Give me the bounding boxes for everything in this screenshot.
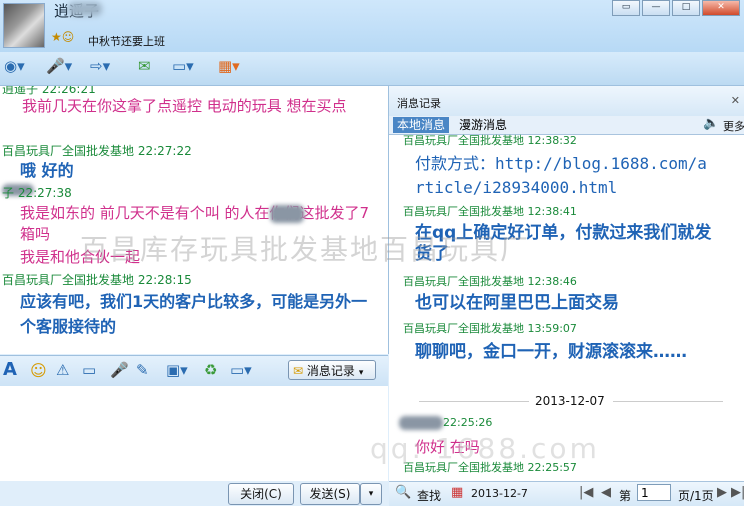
history-entry-header: 百昌玩具厂全国批发基地 12:38:46: [403, 275, 577, 288]
image-icon[interactable]: ▣▾: [166, 361, 188, 379]
chevron-down-icon: ▾: [358, 368, 364, 378]
message-header: 百昌玩具厂全国批发基地 22:28:15: [2, 273, 192, 287]
page-label: 第: [619, 489, 632, 503]
history-footer: 🔍 查找 ▦ 2013-12-7 |◀ ◀ 第 1 页/1页 ▶ ▶|: [389, 481, 744, 506]
history-icon: ✉: [293, 364, 307, 378]
page-total: 页/1页: [678, 489, 714, 503]
screenshot-icon[interactable]: ▭▾: [230, 361, 252, 379]
message-text: 哦 好的: [20, 161, 74, 180]
date-picker[interactable]: 2013-12-7: [471, 487, 528, 500]
prev-page-icon[interactable]: ◀: [601, 485, 611, 500]
history-entry-text: 你好 在吗: [415, 438, 480, 456]
close-icon[interactable]: ✕: [731, 94, 740, 107]
signature-text: 中秋节还要上班: [88, 35, 165, 48]
screen-icon[interactable]: ▭▾: [172, 57, 194, 79]
name-redaction: [68, 2, 102, 16]
input-toolbar: A ☺ ⚠ ▭ 🎤 ✎ ▣▾ ♻ ▭▾ ✉ 消息记录 ▾: [0, 355, 388, 387]
transfer-file-icon[interactable]: ⇨▾: [90, 57, 110, 79]
page-input[interactable]: 1: [637, 484, 671, 501]
history-panel: 消息记录 ✕ 本地消息 漫游消息 🔈 更多 百昌玩具厂全国批发基地 12:38:…: [389, 86, 744, 506]
divider: [613, 401, 723, 402]
message-header: 百昌玩具厂全国批发基地 22:27:22: [2, 144, 192, 158]
voice-icon[interactable]: 🎤: [110, 361, 129, 379]
title-bar: 逍遥子 ★☺ 中秋节还要上班 ▭ — □ ✕: [0, 0, 744, 52]
message-text: 我是如东的 前几天不是有个叫 的人在你们这批发了7箱吗: [20, 204, 370, 243]
apps-icon[interactable]: ▦▾: [218, 57, 240, 79]
history-entry-header: 22:25:26: [443, 416, 493, 429]
divider: [419, 401, 529, 402]
history-entry-text: 聊聊吧，金口一开，财源滚滚来……: [415, 342, 687, 362]
video-clip-icon[interactable]: ▭: [82, 361, 96, 379]
main-toolbar: ◉▾ 🎤▾ ⇨▾ ✉ ▭▾ ▦▾: [0, 52, 744, 86]
restore-button[interactable]: ▭: [612, 0, 640, 16]
gift-icon[interactable]: ♻: [204, 361, 217, 379]
message-header: 子 22:27:38: [2, 186, 72, 200]
name-redaction: [399, 416, 443, 430]
message-text: 我是和他合伙一起: [20, 248, 141, 266]
maximize-button[interactable]: □: [672, 0, 700, 16]
window-controls: ▭ — □ ✕: [612, 0, 740, 16]
name-redaction: [270, 205, 304, 223]
more-link[interactable]: 更多: [723, 118, 744, 134]
message-input[interactable]: [0, 386, 388, 481]
history-entry-link[interactable]: 付款方式：http://blog.1688.com/article/i28934…: [415, 152, 715, 200]
history-title-bar: 消息记录 ✕: [389, 86, 744, 116]
history-entry-text: 也可以在阿里巴巴上面交易: [415, 293, 619, 313]
history-entry-header: 百昌玩具厂全国批发基地 22:25:57: [403, 461, 577, 474]
tab-roaming-messages[interactable]: 漫游消息: [455, 117, 511, 133]
send-bar: 关闭(C) 发送(S) ▾: [0, 481, 388, 505]
minimize-button[interactable]: —: [642, 0, 670, 16]
send-button[interactable]: 发送(S): [300, 483, 360, 505]
history-entry-header: 百昌玩具厂全国批发基地 12:38:41: [403, 205, 577, 218]
tab-local-messages[interactable]: 本地消息: [393, 117, 450, 133]
message-text: 应该有吧，我们1天的客户比较多，可能是另外一个客服接待的: [20, 292, 368, 336]
font-icon[interactable]: A: [3, 359, 17, 380]
message-text: 我前几天在你这拿了点遥控 电动的玩具 想在买点: [22, 97, 347, 115]
video-icon[interactable]: ◉▾: [4, 57, 25, 79]
date-divider: 2013-12-07: [535, 394, 605, 408]
speaker-icon[interactable]: 🔈: [703, 116, 719, 131]
history-entry-header: 百昌玩具厂全国批发基地 12:38:32: [403, 134, 577, 147]
note-icon[interactable]: ✎: [136, 361, 149, 379]
emoji-icon[interactable]: ☺: [30, 361, 47, 380]
shake-icon[interactable]: ⚠: [56, 361, 69, 379]
message-icon[interactable]: ✉: [138, 57, 151, 79]
next-page-icon[interactable]: ▶: [717, 485, 727, 500]
chat-panel[interactable]: 逍遥子 22:26:21 我前几天在你这拿了点遥控 电动的玩具 想在买点 百昌玩…: [0, 86, 389, 354]
microphone-icon[interactable]: 🎤▾: [46, 57, 72, 79]
send-options-button[interactable]: ▾: [360, 483, 382, 505]
search-button[interactable]: 查找: [417, 487, 441, 504]
history-button-label: 消息记录: [306, 364, 355, 378]
history-title: 消息记录: [397, 97, 441, 110]
avatar[interactable]: [3, 3, 45, 48]
history-entry-text: 在qq上确定好订单，付款过来我们就发货了: [415, 223, 712, 264]
close-window-button[interactable]: ✕: [702, 0, 740, 16]
close-button[interactable]: 关闭(C): [228, 483, 294, 505]
history-button[interactable]: ✉ 消息记录 ▾: [288, 360, 376, 380]
search-icon[interactable]: 🔍: [395, 485, 411, 500]
history-entry-header: 百昌玩具厂全国批发基地 13:59:07: [403, 322, 577, 335]
status-icon[interactable]: ★☺: [51, 30, 74, 44]
first-page-icon[interactable]: |◀: [579, 485, 593, 500]
last-page-icon[interactable]: ▶|: [731, 485, 744, 500]
calendar-icon[interactable]: ▦: [451, 485, 463, 500]
